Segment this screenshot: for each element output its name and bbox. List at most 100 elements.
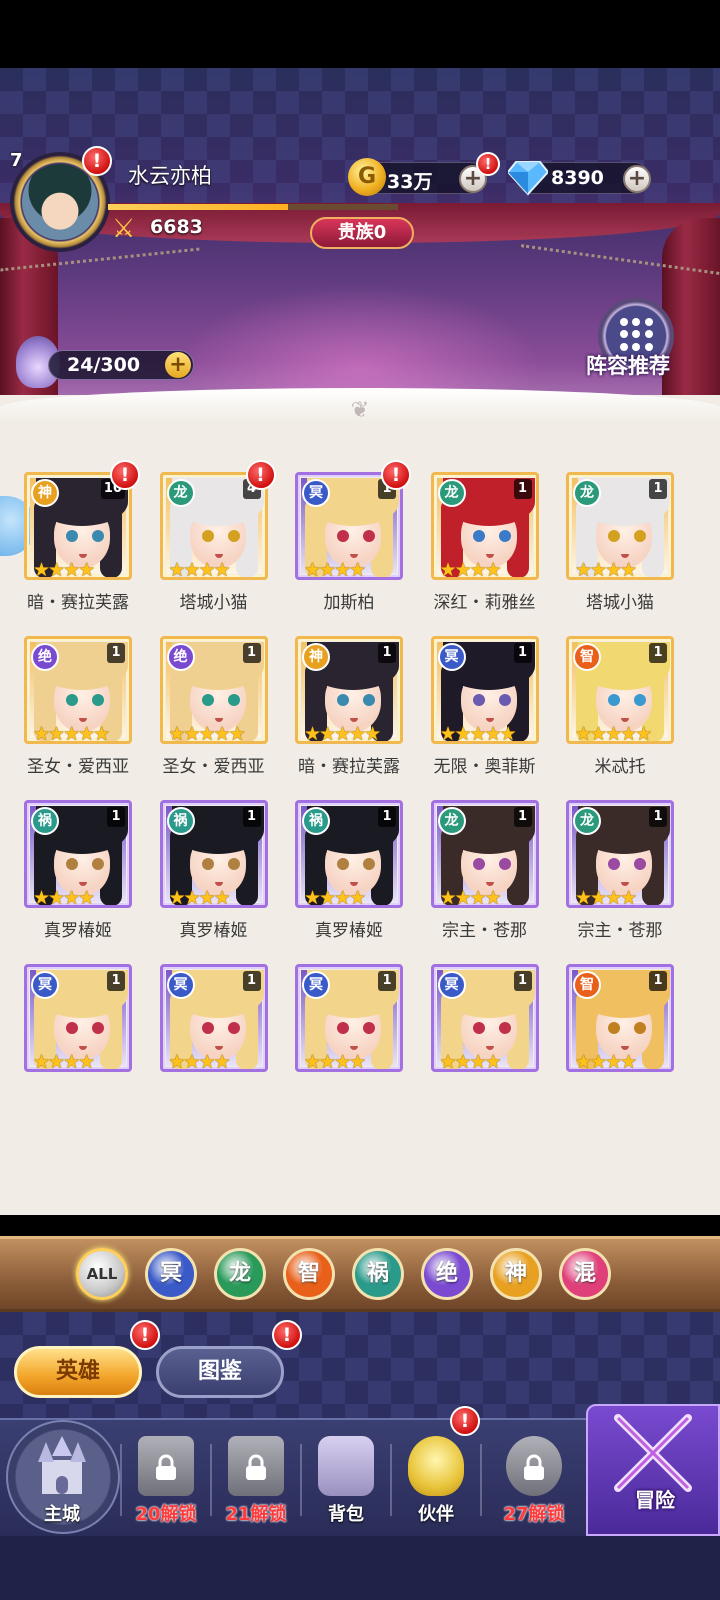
hero-count: 1 — [378, 971, 396, 991]
hero-card[interactable]: 冥 1 ★★★★ — [430, 964, 539, 1128]
filter-faction[interactable]: 绝 — [421, 1248, 473, 1300]
star-rating: ★★★★ — [575, 887, 637, 908]
hero-grid: 神 10 ★★★★ ! 暗・赛拉芙露 龙 4 ★★★★ ! 塔城小猫 冥 1 ★… — [24, 460, 704, 1128]
add-diamond-button[interactable]: + — [623, 165, 651, 193]
hero-name: 塔城小猫 — [586, 593, 654, 613]
faction-badge: 智 — [573, 643, 601, 671]
hero-card[interactable]: 神 1 ★★★★★ 暗・赛拉芙露 — [295, 636, 403, 800]
hero-count: 1 — [242, 643, 261, 663]
xp-bar — [108, 204, 398, 210]
hero-portrait-frame[interactable]: 龙 1 ★★★★ — [566, 800, 674, 908]
hero-portrait-frame[interactable]: 神 1 ★★★★★ — [295, 636, 403, 744]
hero-card[interactable]: 冥 1 ★★★★ — [295, 964, 403, 1128]
hero-count: 1 — [107, 971, 125, 991]
hero-card[interactable]: 龙 1 ★★★★ 深红・莉雅丝 — [430, 472, 539, 636]
nav-locked-2[interactable]: 21解锁 — [212, 1424, 300, 1536]
hero-count: 1 — [513, 643, 532, 663]
nav-locked-1[interactable]: 20解锁 — [122, 1424, 210, 1536]
star-rating: ★★★★ — [575, 559, 637, 580]
hero-card[interactable]: 祸 1 ★★★★ 真罗椿姬 — [24, 800, 132, 964]
hero-portrait-frame[interactable]: 祸 1 ★★★★ — [24, 800, 132, 908]
hero-card[interactable]: 祸 1 ★★★★ 真罗椿姬 — [295, 800, 403, 964]
nav-locked-3[interactable]: 27解锁 — [490, 1424, 578, 1536]
tab-codex[interactable]: 图鉴 — [156, 1346, 284, 1398]
filter-faction[interactable]: 祸 — [352, 1248, 404, 1300]
faction-badge: 祸 — [302, 807, 330, 835]
nav-label-adventure: 冒险 — [635, 1488, 675, 1512]
tab-heroes[interactable]: 英雄 — [14, 1346, 142, 1398]
add-stamina-button[interactable]: + — [165, 352, 191, 378]
filter-faction[interactable]: 冥 — [145, 1248, 197, 1300]
hero-count: 1 — [649, 479, 667, 499]
hero-portrait-frame[interactable]: 智 1 ★★★★ — [566, 964, 674, 1072]
hero-name: 宗主・苍那 — [577, 921, 663, 941]
filter-faction[interactable]: 混 — [559, 1248, 611, 1300]
hero-portrait-frame[interactable]: 冥 1 ★★★★ — [159, 964, 268, 1072]
hero-portrait-frame[interactable]: 祸 1 ★★★★ — [159, 800, 268, 908]
hero-portrait-frame[interactable]: 龙 1 ★★★★ — [430, 800, 539, 908]
hero-name: 米忒托 — [594, 757, 646, 777]
hero-portrait-frame[interactable]: 智 1 ★★★★★ — [566, 636, 674, 744]
star-rating: ★★★★ — [304, 559, 366, 580]
combat-power: 6683 — [150, 216, 203, 238]
hero-count: 1 — [242, 971, 261, 991]
player-avatar[interactable] — [22, 164, 98, 240]
hero-alert-badge: ! — [245, 460, 276, 490]
filter-faction[interactable]: 龙 — [214, 1248, 266, 1300]
hero-card[interactable]: 神 10 ★★★★ ! 暗・赛拉芙露 — [24, 460, 140, 636]
hero-portrait-frame[interactable]: 龙 1 ★★★★ — [430, 472, 539, 580]
hero-portrait-frame[interactable]: 冥 1 ★★★★ — [295, 964, 403, 1072]
hero-name: 真罗椿姬 — [179, 921, 248, 941]
lineup-recommend-label[interactable]: 阵容推荐 — [586, 350, 670, 380]
avatar-alert-badge: ! — [82, 146, 112, 176]
hero-name: 圣女・爱西亚 — [27, 757, 129, 777]
hero-card[interactable]: 龙 4 ★★★★ ! 塔城小猫 — [159, 460, 276, 636]
hero-card[interactable]: 绝 1 ★★★★★ 圣女・爱西亚 — [24, 636, 132, 800]
nav-main-city[interactable]: 主城 — [18, 1424, 106, 1536]
hero-name: 深红・莉雅丝 — [433, 593, 536, 613]
hero-card[interactable]: 祸 1 ★★★★ 真罗椿姬 — [159, 800, 268, 964]
noble-rank-button[interactable]: 贵族0 — [310, 217, 414, 249]
hero-portrait-frame[interactable]: 绝 1 ★★★★★ — [159, 636, 268, 744]
hero-portrait-frame[interactable]: 冥 1 ★★★★ — [24, 964, 132, 1072]
hero-count: 1 — [513, 807, 532, 827]
hero-count: 1 — [649, 807, 667, 827]
heroes-tab-alert-badge: ! — [130, 1320, 160, 1350]
hero-portrait-frame[interactable]: 龙 1 ★★★★ — [566, 472, 674, 580]
hero-portrait-frame[interactable]: 祸 1 ★★★★ — [295, 800, 403, 908]
nav-label-main-city: 主城 — [44, 1504, 80, 1525]
faction-badge: 龙 — [166, 479, 195, 507]
hero-portrait-frame[interactable]: 冥 1 ★★★★★ — [430, 636, 539, 744]
nav-bag[interactable]: 背包 — [302, 1424, 390, 1536]
hero-portrait-frame[interactable]: 绝 1 ★★★★★ — [24, 636, 132, 744]
hero-card[interactable]: 绝 1 ★★★★★ 圣女・爱西亚 — [159, 636, 268, 800]
hero-portrait-frame[interactable]: 冥 1 ★★★★ — [430, 964, 539, 1072]
filter-all[interactable]: ALL — [76, 1248, 128, 1300]
faction-badge: 冥 — [437, 971, 466, 999]
bag-icon — [318, 1436, 374, 1496]
faction-badge: 神 — [302, 643, 330, 671]
star-rating: ★★★★ — [168, 559, 231, 580]
gold-alert-badge: ! — [476, 152, 500, 176]
hero-card[interactable]: 龙 1 ★★★★ 塔城小猫 — [566, 472, 674, 636]
hero-name: 无限・奥菲斯 — [433, 757, 536, 777]
faction-badge: 祸 — [31, 807, 59, 835]
filter-faction[interactable]: 神 — [490, 1248, 542, 1300]
hero-portrait-frame[interactable]: 神 10 ★★★★ — [24, 472, 132, 580]
hero-card[interactable]: 龙 1 ★★★★ 宗主・苍那 — [566, 800, 674, 964]
faction-badge: 龙 — [573, 807, 601, 835]
hero-card[interactable]: 冥 1 ★★★★ — [24, 964, 132, 1128]
hero-card[interactable]: 智 1 ★★★★ — [566, 964, 674, 1128]
hero-card[interactable]: 智 1 ★★★★★ 米忒托 — [566, 636, 674, 800]
star-rating: ★★★★ — [439, 559, 502, 580]
hero-card[interactable]: 冥 1 ★★★★ ! 加斯柏 — [295, 460, 411, 636]
hero-card[interactable]: 冥 1 ★★★★★ 无限・奥菲斯 — [430, 636, 539, 800]
hero-portrait-frame[interactable]: 冥 1 ★★★★ — [295, 472, 403, 580]
faction-badge: 龙 — [573, 479, 601, 507]
hero-card[interactable]: 冥 1 ★★★★ — [159, 964, 268, 1128]
nav-partner[interactable]: 伙伴 — [392, 1424, 480, 1536]
faction-badge: 冥 — [302, 971, 330, 999]
filter-faction[interactable]: 智 — [283, 1248, 335, 1300]
hero-portrait-frame[interactable]: 龙 4 ★★★★ — [159, 472, 268, 580]
hero-card[interactable]: 龙 1 ★★★★ 宗主・苍那 — [430, 800, 539, 964]
